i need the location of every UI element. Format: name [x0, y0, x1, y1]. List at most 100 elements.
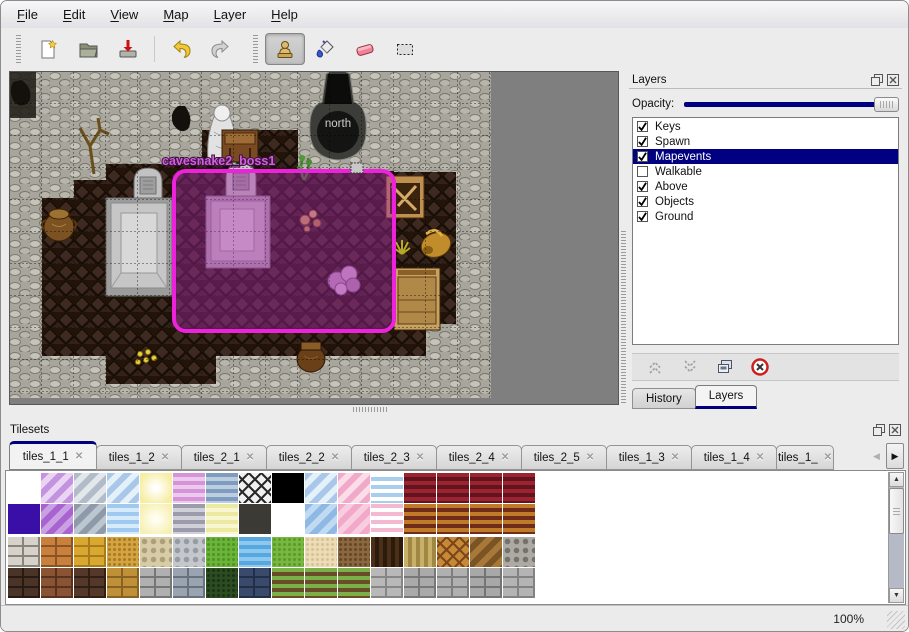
layer-row-objects[interactable]: Objects [633, 194, 898, 209]
layer-visibility-checkbox[interactable] [637, 121, 648, 132]
tileset-tab-tiles_2_4[interactable]: tiles_2_4✕ [436, 445, 522, 470]
tile-swatch[interactable] [272, 473, 304, 503]
tileset-tab-tiles_2_3[interactable]: tiles_2_3✕ [351, 445, 437, 470]
tile-swatch[interactable] [173, 473, 205, 503]
tileset-tab-tiles_2_1[interactable]: tiles_2_1✕ [181, 445, 267, 470]
layer-visibility-checkbox[interactable] [637, 181, 648, 192]
redo-button[interactable] [201, 33, 241, 65]
opacity-slider[interactable] [684, 96, 899, 112]
tileset-tab-tiles_1_1[interactable]: tiles_1_1✕ [9, 441, 97, 470]
tile-swatch[interactable] [371, 537, 403, 567]
tile-swatch[interactable] [305, 537, 337, 567]
tile-swatch[interactable] [503, 473, 535, 503]
close-tilesets-icon[interactable] [888, 424, 901, 437]
layer-visibility-checkbox[interactable] [637, 136, 648, 147]
menu-edit[interactable]: Edit [63, 7, 85, 22]
scrollbar-down-icon[interactable]: ▼ [889, 588, 904, 603]
close-panel-icon[interactable] [886, 73, 899, 86]
event-selection-rect[interactable] [174, 171, 394, 331]
menu-file[interactable]: File [17, 7, 38, 22]
stamp-tool-button[interactable] [265, 33, 305, 65]
layer-row-above[interactable]: Above [633, 179, 898, 194]
tile-swatch[interactable] [173, 568, 205, 598]
tile-swatch[interactable] [437, 568, 469, 598]
fill-tool-button[interactable] [305, 33, 345, 65]
select-tool-button[interactable] [385, 33, 425, 65]
tab-close-icon[interactable]: ✕ [756, 452, 764, 463]
layer-row-keys[interactable]: Keys [633, 119, 898, 134]
tile-swatch[interactable] [107, 504, 139, 534]
tile-swatch[interactable] [8, 504, 40, 534]
tile-swatch[interactable] [206, 504, 238, 534]
move-layer-down-button[interactable] [681, 358, 699, 376]
eraser-tool-button[interactable] [345, 33, 385, 65]
tile-swatch[interactable] [107, 568, 139, 598]
tileset-tab-tiles_1_4[interactable]: tiles_1_4✕ [691, 445, 777, 470]
tab-close-icon[interactable]: ✕ [331, 452, 339, 463]
tab-close-icon[interactable]: ✕ [586, 452, 594, 463]
tile-swatch[interactable] [437, 473, 469, 503]
tileset-tab-tiles_1_2[interactable]: tiles_1_2✕ [96, 445, 182, 470]
menu-view[interactable]: View [110, 7, 138, 22]
tile-swatch[interactable] [107, 537, 139, 567]
scroll-tabs-right-button[interactable]: ▶ [886, 443, 904, 469]
tile-swatch[interactable] [206, 568, 238, 598]
scrollbar-up-icon[interactable]: ▲ [889, 472, 904, 487]
tile-swatch[interactable] [41, 473, 73, 503]
tile-swatch[interactable] [239, 473, 271, 503]
duplicate-layer-button[interactable] [716, 358, 734, 376]
tile-swatch[interactable] [206, 537, 238, 567]
toolbar-handle[interactable] [16, 35, 21, 63]
tile-swatch[interactable] [173, 537, 205, 567]
new-file-button[interactable] [28, 33, 68, 65]
tile-swatch[interactable] [8, 473, 40, 503]
layer-row-ground[interactable]: Ground [633, 209, 898, 224]
tab-close-icon[interactable]: ✕ [671, 452, 679, 463]
undo-button[interactable] [161, 33, 201, 65]
tab-close-icon[interactable]: ✕ [75, 451, 83, 462]
layer-visibility-checkbox[interactable] [637, 151, 648, 162]
tab-close-icon[interactable]: ✕ [161, 452, 169, 463]
tile-swatch[interactable] [503, 568, 535, 598]
tileset-tab-tiles_2_2[interactable]: tiles_2_2✕ [266, 445, 352, 470]
tile-swatch[interactable] [503, 504, 535, 534]
tile-swatch[interactable] [404, 504, 436, 534]
open-button[interactable] [68, 33, 108, 65]
panel-tab-history[interactable]: History [632, 388, 696, 409]
tile-swatch[interactable] [470, 473, 502, 503]
tile-swatch[interactable] [305, 504, 337, 534]
selection-handle[interactable] [351, 163, 363, 173]
tile-swatch[interactable] [8, 568, 40, 598]
tile-swatch[interactable] [272, 504, 304, 534]
opacity-slider-handle[interactable] [874, 97, 899, 112]
opacity-slider-track[interactable] [684, 102, 897, 107]
tab-close-icon[interactable]: ✕ [824, 452, 832, 463]
tile-swatch[interactable] [338, 568, 370, 598]
tile-swatch[interactable] [74, 504, 106, 534]
layer-visibility-checkbox[interactable] [637, 196, 648, 207]
panel-tab-layers[interactable]: Layers [695, 385, 758, 409]
move-layer-up-button[interactable] [646, 358, 664, 376]
tileset-tab-tiles_2_5[interactable]: tiles_2_5✕ [521, 445, 607, 470]
tile-swatch[interactable] [437, 537, 469, 567]
tile-swatch[interactable] [140, 504, 172, 534]
float-panel-icon[interactable] [870, 73, 883, 86]
tile-swatch[interactable] [74, 568, 106, 598]
tile-swatch[interactable] [239, 568, 271, 598]
scrollbar-thumb[interactable] [889, 488, 904, 534]
tile-swatch[interactable] [470, 568, 502, 598]
toolbar-handle-2[interactable] [253, 35, 258, 63]
tile-swatch[interactable] [371, 473, 403, 503]
tile-swatch[interactable] [404, 473, 436, 503]
tile-swatch[interactable] [305, 568, 337, 598]
tile-swatch[interactable] [470, 537, 502, 567]
tile-swatch[interactable] [404, 537, 436, 567]
tile-swatch[interactable] [140, 537, 172, 567]
tile-swatch[interactable] [272, 568, 304, 598]
scroll-tabs-left-button[interactable]: ◀ [869, 443, 884, 469]
vertical-splitter[interactable] [621, 231, 626, 403]
tile-swatch[interactable] [206, 473, 238, 503]
menu-map[interactable]: Map [163, 7, 188, 22]
tab-close-icon[interactable]: ✕ [416, 452, 424, 463]
layer-row-spawn[interactable]: Spawn [633, 134, 898, 149]
